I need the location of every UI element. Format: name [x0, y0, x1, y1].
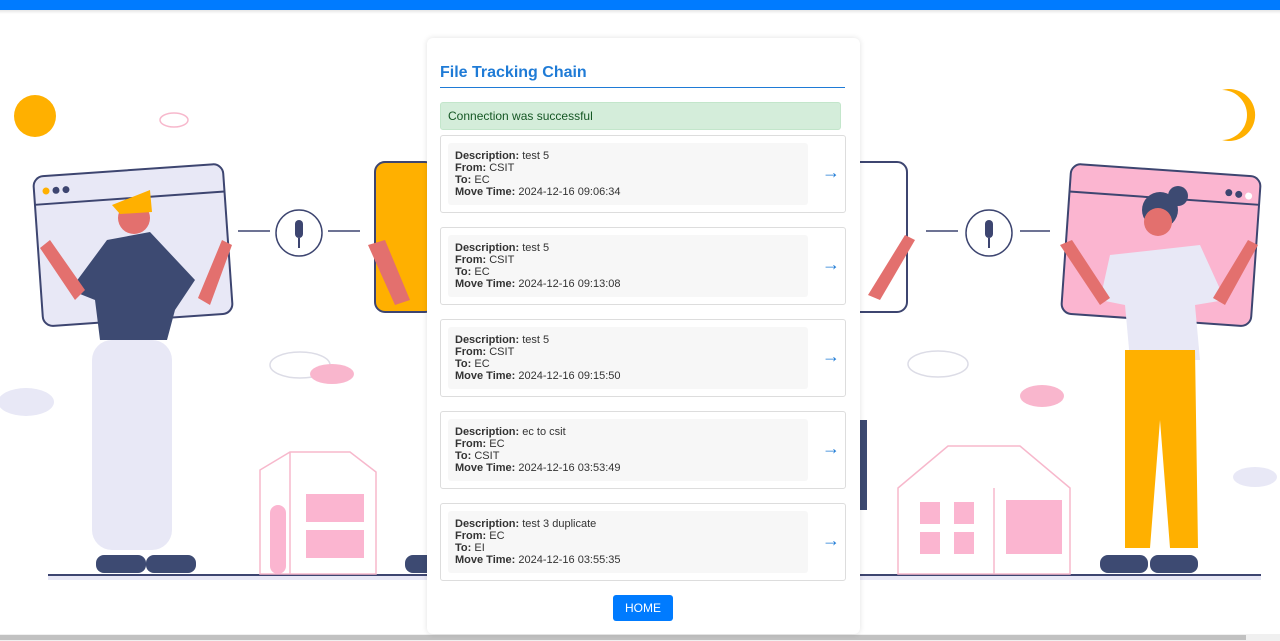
- to-label: To:: [455, 358, 472, 370]
- move-time-label: Move Time:: [455, 278, 516, 290]
- to-label: To:: [455, 266, 472, 278]
- right-arrow-icon[interactable]: →: [822, 438, 840, 459]
- move-time-label: Move Time:: [455, 462, 516, 474]
- entry-details: Description: test 5 From: CSIT To: EC Mo…: [448, 235, 808, 297]
- move-time-value: 2024-12-16 09:15:50: [518, 370, 621, 382]
- from-value: CSIT: [489, 346, 515, 358]
- tracking-entry: Description: test 5 From: CSIT To: EC Mo…: [440, 227, 846, 305]
- tracking-list: Description: test 5 From: CSIT To: EC Mo…: [440, 135, 846, 595]
- to-value: EC: [474, 358, 490, 370]
- entry-details: Description: ec to csit From: EC To: CSI…: [448, 419, 808, 481]
- tracking-entry: Description: test 5 From: CSIT To: EC Mo…: [440, 319, 846, 397]
- description-value: test 3 duplicate: [522, 518, 597, 530]
- tracking-card: File Tracking Chain Connection was succe…: [427, 38, 860, 634]
- success-alert: Connection was successful: [440, 102, 841, 130]
- description-label: Description:: [455, 150, 520, 162]
- description-label: Description:: [455, 518, 520, 530]
- tracking-entry: Description: test 5 From: CSIT To: EC Mo…: [440, 135, 846, 213]
- right-arrow-icon[interactable]: →: [822, 346, 840, 367]
- move-time-label: Move Time:: [455, 370, 516, 382]
- move-time-label: Move Time:: [455, 554, 516, 566]
- move-time-label: Move Time:: [455, 186, 516, 198]
- description-label: Description:: [455, 426, 520, 438]
- to-label: To:: [455, 542, 472, 554]
- to-value: EC: [474, 266, 490, 278]
- from-value: EC: [489, 530, 505, 542]
- from-value: EC: [489, 438, 505, 450]
- to-value: CSIT: [474, 450, 500, 462]
- entry-details: Description: test 5 From: CSIT To: EC Mo…: [448, 143, 808, 205]
- to-value: EI: [474, 542, 485, 554]
- description-value: test 5: [522, 334, 550, 346]
- to-label: To:: [455, 450, 472, 462]
- from-label: From:: [455, 254, 487, 266]
- from-label: From:: [455, 346, 487, 358]
- move-time-value: 2024-12-16 03:53:49: [518, 462, 621, 474]
- entry-details: Description: test 3 duplicate From: EC T…: [448, 511, 808, 573]
- description-label: Description:: [455, 242, 520, 254]
- move-time-value: 2024-12-16 09:06:34: [518, 186, 621, 198]
- tracking-entry: Description: test 3 duplicate From: EC T…: [440, 503, 846, 581]
- description-value: test 5: [522, 242, 550, 254]
- right-arrow-icon[interactable]: →: [822, 254, 840, 275]
- move-time-value: 2024-12-16 03:55:35: [518, 554, 621, 566]
- home-button[interactable]: HOME: [613, 595, 673, 621]
- to-value: EC: [474, 174, 490, 186]
- description-value: ec to csit: [522, 426, 566, 438]
- from-value: CSIT: [489, 254, 515, 266]
- right-arrow-icon[interactable]: →: [822, 530, 840, 551]
- horizontal-scrollbar-thumb[interactable]: [0, 635, 1246, 640]
- from-label: From:: [455, 162, 487, 174]
- to-label: To:: [455, 174, 472, 186]
- move-time-value: 2024-12-16 09:13:08: [518, 278, 621, 290]
- description-value: test 5: [522, 150, 550, 162]
- description-label: Description:: [455, 334, 520, 346]
- from-value: CSIT: [489, 162, 515, 174]
- from-label: From:: [455, 530, 487, 542]
- page-title: File Tracking Chain: [440, 64, 845, 88]
- moon-shape: [1222, 89, 1256, 141]
- sun-shape: [14, 95, 56, 137]
- tracking-entry: Description: ec to csit From: EC To: CSI…: [440, 411, 846, 489]
- from-label: From:: [455, 438, 487, 450]
- right-arrow-icon[interactable]: →: [822, 162, 840, 183]
- top-accent-bar: [0, 0, 1280, 10]
- entry-details: Description: test 5 From: CSIT To: EC Mo…: [448, 327, 808, 389]
